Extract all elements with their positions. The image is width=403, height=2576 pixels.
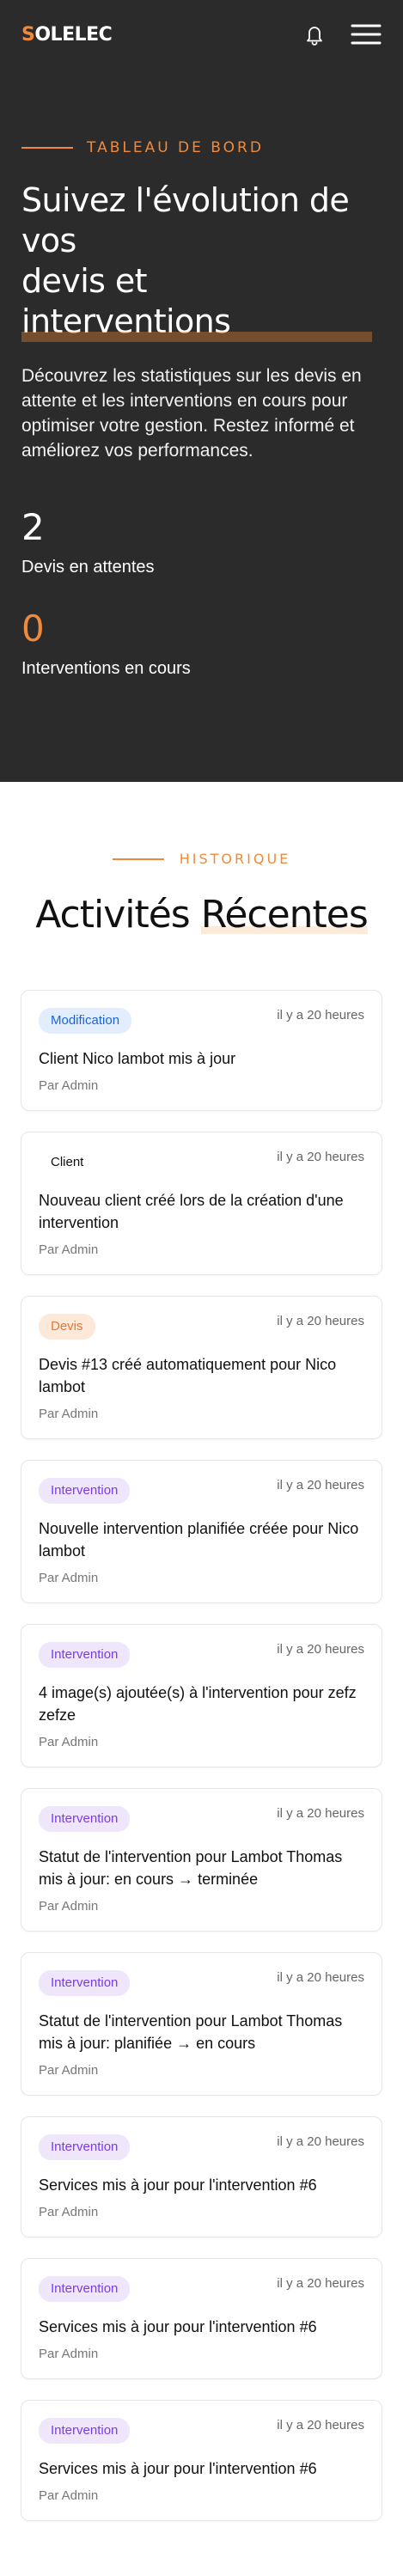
- activity-card-header: Devis il y a 20 heures: [39, 1314, 364, 1340]
- activity-timestamp: il y a 20 heures: [277, 1806, 364, 1821]
- activity-card-header: Intervention il y a 20 heures: [39, 2276, 364, 2302]
- hamburger-menu-icon[interactable]: [351, 23, 382, 46]
- logo[interactable]: SOLELEC: [21, 24, 113, 46]
- activity-message: Services mis à jour pour l'intervention …: [39, 2460, 317, 2477]
- activity-card-header: Intervention il y a 20 heures: [39, 1478, 364, 1504]
- ongoing-interventions-count: 0: [21, 607, 45, 650]
- activity-message: Statut de l'intervention pour Lambot Tho…: [39, 2012, 343, 2052]
- eyebrow-line: [21, 147, 73, 149]
- activity-card[interactable]: Intervention il y a 20 heures Services mis…: [21, 2400, 382, 2521]
- activity-card[interactable]: Intervention il y a 20 heures 4 image(s) a…: [21, 1624, 382, 1767]
- activity-timestamp: il y a 20 heures: [277, 1478, 364, 1492]
- activity-type-badge: Intervention: [39, 2134, 131, 2160]
- activity-type-badge: Intervention: [39, 1970, 131, 1996]
- eyebrow-line: [112, 858, 164, 860]
- activity-message: Nouvelle intervention planifiée créée po…: [39, 1520, 359, 1560]
- activity-message: Devis #13 créé automatiquement pour Nico…: [39, 1356, 337, 1395]
- activity-card[interactable]: Intervention il y a 20 heures Services mis…: [21, 2116, 382, 2237]
- activity-author: Par Admin: [39, 2205, 99, 2219]
- activity-message: Services mis à jour pour l'intervention …: [39, 2176, 317, 2194]
- history-eyebrow: HISTORIQUE: [21, 851, 382, 867]
- activity-author: Par Admin: [39, 2347, 99, 2361]
- activity-card-header: Modification il y a 20 heures: [39, 1008, 364, 1034]
- activity-author: Par Admin: [39, 1571, 99, 1585]
- dashboard-hero: SOLELEC TABLEAU DE BORD Suivez l'évoluti…: [0, 0, 403, 782]
- activity-type-badge: Devis: [39, 1314, 95, 1340]
- activity-timestamp: il y a 20 heures: [277, 1970, 364, 1985]
- activity-type-badge: Modification: [39, 1008, 132, 1034]
- activity-card-header: Intervention il y a 20 heures: [39, 1806, 364, 1832]
- activity-author: Par Admin: [39, 2488, 99, 2503]
- top-bar: SOLELEC: [21, 0, 382, 69]
- activity-message: 4 image(s) ajoutée(s) à l'intervention p…: [39, 1684, 357, 1724]
- activity-card[interactable]: Devis il y a 20 heures Devis #13 créé auto…: [21, 1296, 382, 1439]
- activity-message: Nouveau client créé lors de la création …: [39, 1192, 344, 1231]
- activity-author: Par Admin: [39, 2063, 99, 2078]
- activity-card-header: Intervention il y a 20 heures: [39, 1970, 364, 1996]
- activity-author: Par Admin: [39, 1242, 99, 1257]
- activity-timestamp: il y a 20 heures: [277, 1008, 364, 1022]
- activity-type-badge: Intervention: [39, 1806, 131, 1832]
- activity-list: Modification il y a 20 heures Client Nico …: [21, 990, 382, 2521]
- activity-card[interactable]: Modification il y a 20 heures Client Nico …: [21, 990, 382, 1111]
- activity-card[interactable]: Intervention il y a 20 heures Nouvelle int…: [21, 1460, 382, 1603]
- hero-title: Suivez l'évolution de vos devis et inter…: [21, 181, 373, 342]
- activity-type-badge: Client: [39, 1150, 96, 1175]
- history-title: Activités Récentes: [35, 893, 369, 937]
- activity-timestamp: il y a 20 heures: [277, 1642, 364, 1657]
- top-actions: [304, 23, 382, 46]
- hero-description: Découvrez les statistiques sur les devis…: [21, 366, 362, 461]
- recent-activity-section: HISTORIQUE Activités Récentes Modificati…: [0, 782, 403, 2576]
- activity-timestamp: il y a 20 heures: [277, 1150, 364, 1164]
- activity-type-badge: Intervention: [39, 1478, 131, 1504]
- activity-timestamp: il y a 20 heures: [277, 1314, 364, 1328]
- activity-author: Par Admin: [39, 1407, 99, 1421]
- activity-timestamp: il y a 20 heures: [277, 2418, 364, 2433]
- pending-quotes-label: Devis en attentes: [21, 558, 155, 577]
- activity-author: Par Admin: [39, 1899, 99, 1914]
- activity-card-header: Client il y a 20 heures: [39, 1150, 364, 1175]
- activity-card-header: Intervention il y a 20 heures: [39, 1642, 364, 1668]
- activity-card[interactable]: Client il y a 20 heures Nouveau client cré…: [21, 1132, 382, 1275]
- activity-card[interactable]: Intervention il y a 20 heures Statut de l'…: [21, 1788, 382, 1932]
- activity-card[interactable]: Intervention il y a 20 heures Services mis…: [21, 2258, 382, 2379]
- bell-icon[interactable]: [304, 23, 325, 46]
- activity-type-badge: Intervention: [39, 1642, 131, 1668]
- activity-author: Par Admin: [39, 1735, 99, 1749]
- activity-card-header: Intervention il y a 20 heures: [39, 2418, 364, 2444]
- hero-eyebrow: TABLEAU DE BORD: [21, 139, 382, 156]
- ongoing-interventions-label: Interventions en cours: [21, 659, 191, 678]
- activity-message: Services mis à jour pour l'intervention …: [39, 2318, 317, 2335]
- activity-card[interactable]: Intervention il y a 20 heures Statut de l'…: [21, 1952, 382, 2096]
- pending-quotes-count: 2: [21, 506, 45, 548]
- activity-type-badge: Intervention: [39, 2276, 131, 2302]
- activity-timestamp: il y a 20 heures: [277, 2134, 364, 2149]
- activity-author: Par Admin: [39, 1078, 99, 1093]
- activity-timestamp: il y a 20 heures: [277, 2276, 364, 2291]
- activity-message: Statut de l'intervention pour Lambot Tho…: [39, 1848, 343, 1888]
- activity-type-badge: Intervention: [39, 2418, 131, 2444]
- activity-message: Client Nico lambot mis à jour: [39, 1050, 236, 1067]
- activity-card-header: Intervention il y a 20 heures: [39, 2134, 364, 2160]
